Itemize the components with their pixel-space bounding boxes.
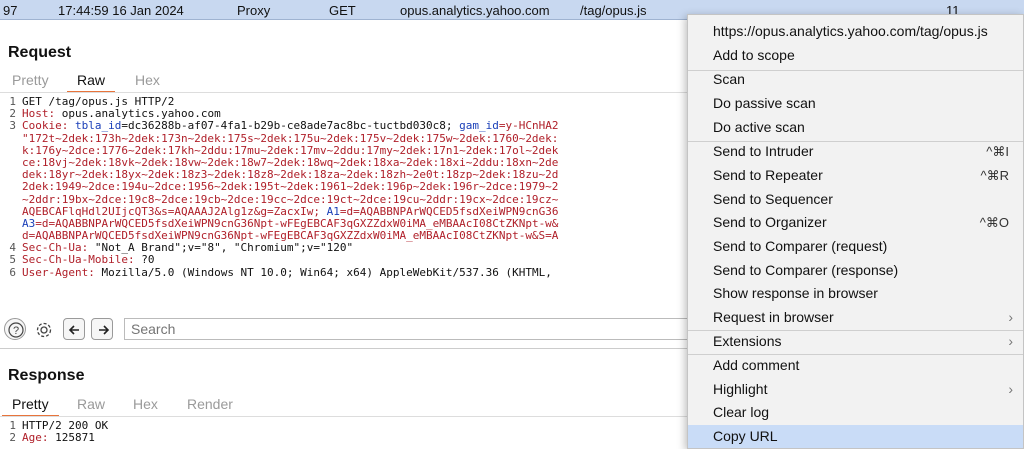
menu-item-label: Highlight — [713, 381, 768, 397]
tab-response-raw[interactable]: Raw — [77, 396, 105, 412]
response-tabs: Pretty Raw Hex Render — [0, 394, 690, 417]
menu-item-comparer-request[interactable]: Send to Comparer (request) — [688, 235, 1023, 258]
menu-item-send-to-sequencer[interactable]: Send to Sequencer — [688, 188, 1023, 211]
line-text: =d=AQABBNPArWQCED5fsdXeiWPN9cnG36Npt-wFE… — [35, 216, 559, 230]
editor-line: 1 HTTP/2 200 OK — [0, 420, 690, 432]
line-text: GET /tag/opus.js HTTP/2 — [22, 96, 175, 108]
response-title: Response — [8, 367, 85, 384]
line-number: 6 — [9, 265, 16, 279]
line-text: AQEBCAFlqHdl2UIjcQT3&s=AQAAAJ2Alg1z&g=Za… — [22, 204, 327, 218]
line-text: "Not_A Brand";v="8", "Chromium";v="120" — [94, 241, 354, 255]
chevron-right-icon: › — [1008, 309, 1013, 325]
request-tabs: Pretty Raw Hex — [0, 70, 690, 93]
header-name: Sec-Ch-Ua: — [22, 241, 95, 255]
header-name: Host: — [22, 107, 62, 121]
cookie-name: A3 — [22, 216, 36, 230]
cookie-name: tbla_id — [74, 119, 122, 133]
menu-item-send-to-repeater[interactable]: Send to Repeater ^⌘R — [688, 164, 1023, 187]
header-name: Age: — [22, 431, 56, 445]
response-editor[interactable]: 1 HTTP/2 200 OK 2 Age: 125871 — [0, 420, 690, 449]
tab-request-pretty[interactable]: Pretty — [12, 72, 49, 88]
chevron-right-icon: › — [1008, 381, 1013, 397]
menu-item-label: Send to Repeater — [713, 167, 823, 183]
back-arrow-icon[interactable] — [63, 318, 85, 340]
menu-item-send-to-intruder[interactable]: Send to Intruder ^⌘I — [688, 140, 1023, 163]
editor-line: 6 User-Agent: Mozilla/5.0 (Windows NT 10.… — [0, 265, 690, 279]
line-text: k:176y~2dce:1776~2dek:17kh~2ddu:17mu~2de… — [22, 143, 559, 157]
line-text: ?0 — [141, 253, 155, 267]
tab-response-hex[interactable]: Hex — [133, 396, 158, 412]
menu-item-extensions[interactable]: Extensions › — [688, 330, 1023, 353]
header-name: Sec-Ch-Ua-Mobile: — [22, 253, 142, 267]
menu-item-comparer-response[interactable]: Send to Comparer (response) — [688, 259, 1023, 282]
header-name: Cookie: — [22, 119, 75, 133]
menu-item-add-to-scope[interactable]: Add to scope — [688, 44, 1023, 67]
menu-item-label: Send to Organizer — [713, 214, 827, 230]
menu-item-highlight[interactable]: Highlight › — [688, 378, 1023, 401]
history-row-tool: Proxy — [237, 3, 271, 18]
line-text: opus.analytics.yahoo.com — [61, 107, 221, 121]
cookie-name: gam_id — [459, 119, 499, 133]
response-tab-divider — [0, 416, 690, 417]
menu-item-copy-url[interactable]: Copy URL — [688, 425, 1023, 448]
shortcut-label: ^⌘O — [979, 215, 1009, 230]
request-toolbar: ? — [0, 316, 694, 342]
history-row-number: 97 — [3, 3, 18, 18]
history-row-method: GET — [329, 3, 356, 18]
menu-item-label: Extensions — [713, 333, 782, 349]
menu-item-scan[interactable]: Scan — [688, 68, 1023, 91]
line-text: d=AQABBNPArWQCED5fsdXeiWPN9cnG36Npt-wFEg… — [22, 229, 559, 243]
history-row-host: opus.analytics.yahoo.com — [400, 3, 550, 18]
chevron-right-icon: › — [1008, 333, 1013, 349]
line-text: ~2ddr:19bx~2dce:19c8~2dce:19cb~2dce:19cc… — [22, 192, 559, 206]
tab-response-pretty[interactable]: Pretty — [2, 396, 59, 417]
line-text: ce:18vj~2dek:18vk~2dek:18vw~2dek:18w7~2d… — [22, 155, 559, 169]
menu-item-send-to-organizer[interactable]: Send to Organizer ^⌘O — [688, 211, 1023, 234]
menu-item-url[interactable]: https://opus.analytics.yahoo.com/tag/opu… — [688, 20, 1023, 43]
menu-item-add-comment[interactable]: Add comment — [688, 354, 1023, 377]
line-text: "172t~2dek:173h~2dek:173n~2dek:175s~2dek… — [22, 131, 559, 145]
line-text: 2dek:1949~2dce:194u~2dce:1956~2dek:195t~… — [22, 180, 559, 194]
svg-text:?: ? — [13, 325, 19, 337]
line-number: 2 — [9, 431, 16, 445]
history-row-time: 17:44:59 16 Jan 2024 — [58, 3, 184, 18]
menu-item-active-scan[interactable]: Do active scan — [688, 116, 1023, 139]
line-number: 3 — [9, 119, 16, 133]
menu-item-clear-log[interactable]: Clear log — [688, 401, 1023, 424]
tab-response-render[interactable]: Render — [187, 396, 233, 412]
menu-item-label: Request in browser — [713, 309, 834, 325]
gear-icon[interactable] — [32, 318, 54, 340]
menu-item-request-in-browser[interactable]: Request in browser › — [688, 306, 1023, 329]
editor-line: 2 Age: 125871 — [0, 431, 690, 445]
cookie-name: A1 — [326, 204, 340, 218]
shortcut-label: ^⌘R — [980, 168, 1010, 183]
request-response-divider[interactable] — [0, 348, 690, 349]
help-icon[interactable]: ? — [4, 318, 26, 340]
shortcut-label: ^⌘I — [986, 144, 1009, 159]
forward-arrow-icon[interactable] — [91, 318, 113, 340]
line-text: =y-HCnHA2 — [498, 119, 559, 133]
line-number: 5 — [9, 253, 16, 267]
line-text: =d=AQABBNPArWQCED5fsdXeiWPN9cnG36 — [339, 204, 559, 218]
line-text: =dc36288b-af07-4fa1-b29b-ce8ade7ac8bc-tu… — [121, 119, 460, 133]
line-text: 125871 — [55, 431, 95, 445]
request-tab-divider — [0, 92, 690, 93]
header-name: User-Agent: — [22, 265, 102, 279]
tab-request-raw[interactable]: Raw — [66, 72, 116, 93]
menu-item-label: Send to Intruder — [713, 143, 814, 159]
context-menu: https://opus.analytics.yahoo.com/tag/opu… — [687, 14, 1024, 449]
menu-item-show-response-in-browser[interactable]: Show response in browser — [688, 282, 1023, 305]
line-text: Mozilla/5.0 (Windows NT 10.0; Win64; x64… — [101, 265, 552, 279]
line-text: HTTP/2 200 OK — [22, 420, 109, 432]
request-editor[interactable]: 1 GET /tag/opus.js HTTP/2 2 Host: opus.anal… — [0, 96, 690, 312]
history-row-path: /tag/opus.js — [580, 3, 647, 18]
tab-request-hex[interactable]: Hex — [135, 72, 160, 88]
search-input[interactable] — [124, 318, 694, 340]
menu-item-passive-scan[interactable]: Do passive scan — [688, 92, 1023, 115]
line-text: dek:18yr~2dek:18yx~2dek:18z3~2dek:18z8~2… — [22, 168, 559, 182]
request-title: Request — [8, 44, 72, 61]
